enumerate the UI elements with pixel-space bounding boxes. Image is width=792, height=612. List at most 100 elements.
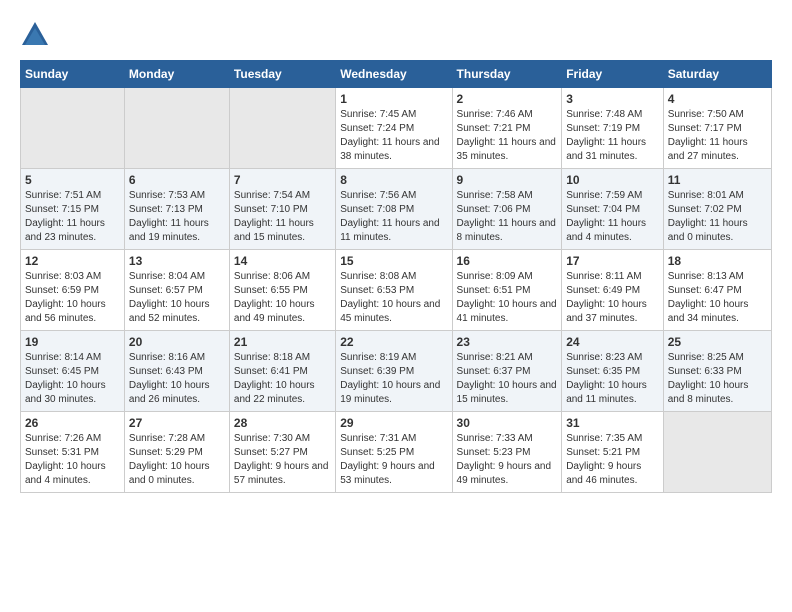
calendar-cell: 21 Sunrise: 8:18 AM Sunset: 6:41 PM Dayl… [229, 331, 335, 412]
calendar-week-row: 1 Sunrise: 7:45 AM Sunset: 7:24 PM Dayli… [21, 88, 772, 169]
day-number: 11 [668, 173, 767, 187]
calendar-cell: 6 Sunrise: 7:53 AM Sunset: 7:13 PM Dayli… [124, 169, 229, 250]
day-number: 23 [457, 335, 558, 349]
calendar-table: SundayMondayTuesdayWednesdayThursdayFrid… [20, 60, 772, 493]
day-info: Sunrise: 8:18 AM Sunset: 6:41 PM Dayligh… [234, 351, 331, 407]
day-info: Sunrise: 7:30 AM Sunset: 5:27 PM Dayligh… [234, 432, 331, 488]
weekday-header-monday: Monday [124, 61, 229, 88]
weekday-header-saturday: Saturday [663, 61, 771, 88]
weekday-header-thursday: Thursday [452, 61, 562, 88]
calendar-cell: 20 Sunrise: 8:16 AM Sunset: 6:43 PM Dayl… [124, 331, 229, 412]
calendar-cell: 3 Sunrise: 7:48 AM Sunset: 7:19 PM Dayli… [562, 88, 664, 169]
header [20, 20, 772, 50]
day-number: 6 [129, 173, 225, 187]
logo-icon [20, 20, 50, 50]
day-info: Sunrise: 8:19 AM Sunset: 6:39 PM Dayligh… [340, 351, 447, 407]
weekday-header-sunday: Sunday [21, 61, 125, 88]
calendar-cell: 16 Sunrise: 8:09 AM Sunset: 6:51 PM Dayl… [452, 250, 562, 331]
day-info: Sunrise: 7:59 AM Sunset: 7:04 PM Dayligh… [566, 189, 659, 245]
calendar-cell: 12 Sunrise: 8:03 AM Sunset: 6:59 PM Dayl… [21, 250, 125, 331]
calendar-cell: 5 Sunrise: 7:51 AM Sunset: 7:15 PM Dayli… [21, 169, 125, 250]
day-info: Sunrise: 7:26 AM Sunset: 5:31 PM Dayligh… [25, 432, 120, 488]
calendar-cell: 22 Sunrise: 8:19 AM Sunset: 6:39 PM Dayl… [336, 331, 452, 412]
calendar-cell: 19 Sunrise: 8:14 AM Sunset: 6:45 PM Dayl… [21, 331, 125, 412]
calendar-week-row: 26 Sunrise: 7:26 AM Sunset: 5:31 PM Dayl… [21, 412, 772, 493]
day-info: Sunrise: 8:03 AM Sunset: 6:59 PM Dayligh… [25, 270, 120, 326]
day-info: Sunrise: 7:54 AM Sunset: 7:10 PM Dayligh… [234, 189, 331, 245]
day-info: Sunrise: 7:45 AM Sunset: 7:24 PM Dayligh… [340, 108, 447, 164]
calendar-cell: 27 Sunrise: 7:28 AM Sunset: 5:29 PM Dayl… [124, 412, 229, 493]
day-info: Sunrise: 8:13 AM Sunset: 6:47 PM Dayligh… [668, 270, 767, 326]
day-info: Sunrise: 8:25 AM Sunset: 6:33 PM Dayligh… [668, 351, 767, 407]
day-number: 22 [340, 335, 447, 349]
day-info: Sunrise: 8:21 AM Sunset: 6:37 PM Dayligh… [457, 351, 558, 407]
calendar-cell: 18 Sunrise: 8:13 AM Sunset: 6:47 PM Dayl… [663, 250, 771, 331]
calendar-cell: 1 Sunrise: 7:45 AM Sunset: 7:24 PM Dayli… [336, 88, 452, 169]
day-info: Sunrise: 7:58 AM Sunset: 7:06 PM Dayligh… [457, 189, 558, 245]
calendar-week-row: 19 Sunrise: 8:14 AM Sunset: 6:45 PM Dayl… [21, 331, 772, 412]
day-number: 24 [566, 335, 659, 349]
day-number: 13 [129, 254, 225, 268]
day-info: Sunrise: 8:16 AM Sunset: 6:43 PM Dayligh… [129, 351, 225, 407]
day-number: 8 [340, 173, 447, 187]
day-info: Sunrise: 7:46 AM Sunset: 7:21 PM Dayligh… [457, 108, 558, 164]
day-number: 5 [25, 173, 120, 187]
calendar-cell: 13 Sunrise: 8:04 AM Sunset: 6:57 PM Dayl… [124, 250, 229, 331]
day-number: 29 [340, 416, 447, 430]
day-info: Sunrise: 8:23 AM Sunset: 6:35 PM Dayligh… [566, 351, 659, 407]
day-info: Sunrise: 7:33 AM Sunset: 5:23 PM Dayligh… [457, 432, 558, 488]
day-number: 25 [668, 335, 767, 349]
day-info: Sunrise: 8:14 AM Sunset: 6:45 PM Dayligh… [25, 351, 120, 407]
day-info: Sunrise: 7:56 AM Sunset: 7:08 PM Dayligh… [340, 189, 447, 245]
day-info: Sunrise: 7:28 AM Sunset: 5:29 PM Dayligh… [129, 432, 225, 488]
calendar-cell: 29 Sunrise: 7:31 AM Sunset: 5:25 PM Dayl… [336, 412, 452, 493]
day-info: Sunrise: 8:09 AM Sunset: 6:51 PM Dayligh… [457, 270, 558, 326]
day-info: Sunrise: 8:11 AM Sunset: 6:49 PM Dayligh… [566, 270, 659, 326]
day-number: 27 [129, 416, 225, 430]
day-number: 14 [234, 254, 331, 268]
day-number: 3 [566, 92, 659, 106]
weekday-header-tuesday: Tuesday [229, 61, 335, 88]
calendar-cell: 10 Sunrise: 7:59 AM Sunset: 7:04 PM Dayl… [562, 169, 664, 250]
calendar-week-row: 5 Sunrise: 7:51 AM Sunset: 7:15 PM Dayli… [21, 169, 772, 250]
day-info: Sunrise: 7:50 AM Sunset: 7:17 PM Dayligh… [668, 108, 767, 164]
weekday-header-row: SundayMondayTuesdayWednesdayThursdayFrid… [21, 61, 772, 88]
calendar-cell: 31 Sunrise: 7:35 AM Sunset: 5:21 PM Dayl… [562, 412, 664, 493]
calendar-cell: 2 Sunrise: 7:46 AM Sunset: 7:21 PM Dayli… [452, 88, 562, 169]
day-info: Sunrise: 7:31 AM Sunset: 5:25 PM Dayligh… [340, 432, 447, 488]
logo [20, 20, 54, 50]
day-info: Sunrise: 8:06 AM Sunset: 6:55 PM Dayligh… [234, 270, 331, 326]
calendar-cell: 9 Sunrise: 7:58 AM Sunset: 7:06 PM Dayli… [452, 169, 562, 250]
weekday-header-wednesday: Wednesday [336, 61, 452, 88]
calendar-cell: 11 Sunrise: 8:01 AM Sunset: 7:02 PM Dayl… [663, 169, 771, 250]
calendar-cell: 24 Sunrise: 8:23 AM Sunset: 6:35 PM Dayl… [562, 331, 664, 412]
day-number: 17 [566, 254, 659, 268]
day-number: 7 [234, 173, 331, 187]
calendar-cell: 30 Sunrise: 7:33 AM Sunset: 5:23 PM Dayl… [452, 412, 562, 493]
day-number: 15 [340, 254, 447, 268]
calendar-cell: 8 Sunrise: 7:56 AM Sunset: 7:08 PM Dayli… [336, 169, 452, 250]
day-number: 31 [566, 416, 659, 430]
calendar-cell: 28 Sunrise: 7:30 AM Sunset: 5:27 PM Dayl… [229, 412, 335, 493]
day-info: Sunrise: 7:51 AM Sunset: 7:15 PM Dayligh… [25, 189, 120, 245]
day-number: 21 [234, 335, 331, 349]
day-number: 16 [457, 254, 558, 268]
calendar-cell: 26 Sunrise: 7:26 AM Sunset: 5:31 PM Dayl… [21, 412, 125, 493]
calendar-cell: 23 Sunrise: 8:21 AM Sunset: 6:37 PM Dayl… [452, 331, 562, 412]
day-number: 20 [129, 335, 225, 349]
calendar-cell [663, 412, 771, 493]
day-info: Sunrise: 8:01 AM Sunset: 7:02 PM Dayligh… [668, 189, 767, 245]
calendar-cell [124, 88, 229, 169]
calendar-cell: 15 Sunrise: 8:08 AM Sunset: 6:53 PM Dayl… [336, 250, 452, 331]
day-number: 30 [457, 416, 558, 430]
day-number: 10 [566, 173, 659, 187]
day-number: 9 [457, 173, 558, 187]
weekday-header-friday: Friday [562, 61, 664, 88]
day-info: Sunrise: 8:08 AM Sunset: 6:53 PM Dayligh… [340, 270, 447, 326]
day-number: 2 [457, 92, 558, 106]
calendar-cell [229, 88, 335, 169]
day-info: Sunrise: 7:53 AM Sunset: 7:13 PM Dayligh… [129, 189, 225, 245]
day-number: 26 [25, 416, 120, 430]
day-number: 19 [25, 335, 120, 349]
calendar-cell: 17 Sunrise: 8:11 AM Sunset: 6:49 PM Dayl… [562, 250, 664, 331]
